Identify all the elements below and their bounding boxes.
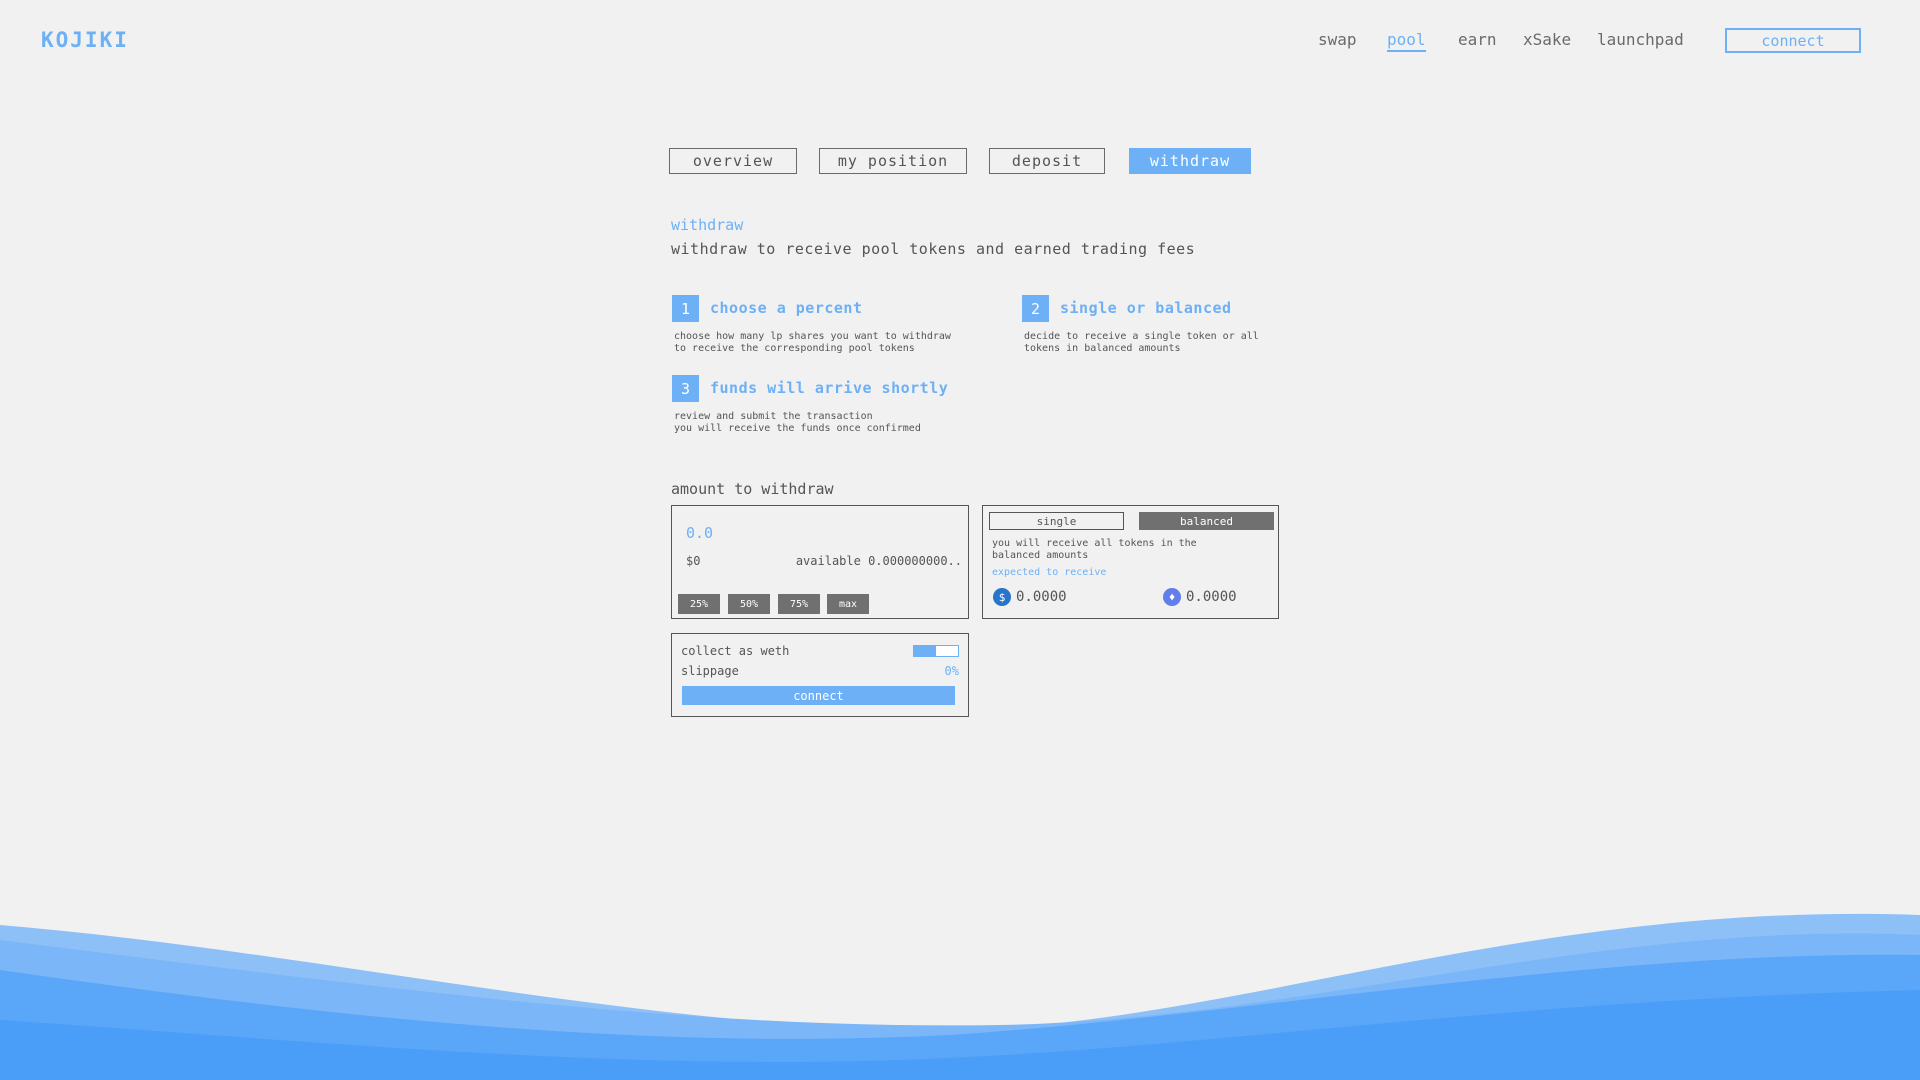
expected-label: expected to receive [992, 567, 1107, 578]
token-eth: ♦ 0.0000 [1163, 588, 1237, 606]
settings-panel: collect as weth slippage 0% connect [671, 633, 969, 717]
tab-my-position[interactable]: my position [819, 148, 967, 174]
step-title: funds will arrive shortly [710, 379, 949, 397]
connect-wallet-button[interactable]: connect [1725, 28, 1861, 53]
toggle-fill [914, 646, 936, 656]
nav-item-xsake[interactable]: xSake [1523, 30, 1571, 49]
section-subtitle: withdraw to receive pool tokens and earn… [671, 240, 1196, 258]
step-title: choose a percent [710, 299, 863, 317]
wave-decoration [0, 913, 1920, 1080]
percent-25-button[interactable]: 25% [678, 594, 720, 614]
step-number: 2 [1022, 295, 1049, 322]
step-number: 3 [672, 375, 699, 402]
balanced-mode-button[interactable]: balanced [1139, 512, 1274, 530]
usdc-icon: $ [993, 588, 1011, 606]
connect-button[interactable]: connect [682, 686, 955, 705]
step-description: decide to receive a single token or all … [1024, 331, 1259, 354]
amount-input[interactable]: 0.0 [686, 524, 713, 542]
amount-label: amount to withdraw [671, 480, 834, 498]
tab-deposit[interactable]: deposit [989, 148, 1105, 174]
token-usdc: $ 0.0000 [993, 588, 1067, 606]
receive-description: you will receive all tokens in the balan… [992, 538, 1197, 561]
nav-item-pool[interactable]: pool [1387, 30, 1426, 52]
percent-75-button[interactable]: 75% [778, 594, 820, 614]
logo[interactable]: KOJIKI [41, 28, 129, 52]
tab-withdraw[interactable]: withdraw [1129, 148, 1251, 174]
tab-overview[interactable]: overview [669, 148, 797, 174]
amount-panel: 0.0 $0 available 0.000000000.. 25% 50% 7… [671, 505, 969, 619]
percent-50-button[interactable]: 50% [728, 594, 770, 614]
slippage-value[interactable]: 0% [945, 664, 959, 678]
receive-panel: single balanced you will receive all tok… [982, 505, 1279, 619]
step-description: choose how many lp shares you want to wi… [674, 331, 951, 354]
slippage-label: slippage [681, 664, 739, 678]
collect-as-weth-toggle[interactable] [913, 645, 959, 657]
available-balance: available 0.000000000.. [795, 554, 962, 568]
collect-as-weth-label: collect as weth [681, 644, 790, 658]
step-number: 1 [672, 295, 699, 322]
single-mode-button[interactable]: single [989, 512, 1124, 530]
nav-item-swap[interactable]: swap [1318, 30, 1357, 49]
amount-usd-value: $0 [686, 554, 701, 568]
nav-item-launchpad[interactable]: launchpad [1597, 30, 1684, 49]
step-title: single or balanced [1060, 299, 1232, 317]
step-description: review and submit the transaction you wi… [674, 411, 921, 434]
nav-item-earn[interactable]: earn [1458, 30, 1497, 49]
token-amount: 0.0000 [1186, 589, 1237, 605]
eth-icon: ♦ [1163, 588, 1181, 606]
percent-max-button[interactable]: max [827, 594, 869, 614]
section-title: withdraw [671, 216, 744, 234]
token-amount: 0.0000 [1016, 589, 1067, 605]
